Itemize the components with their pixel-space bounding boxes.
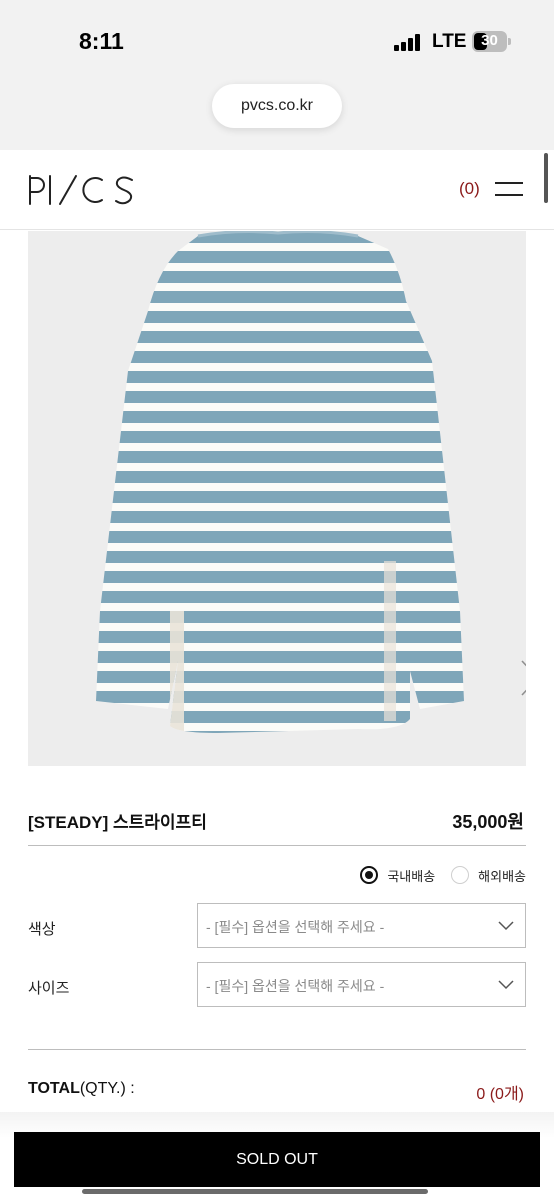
sold-out-button[interactable]: SOLD OUT <box>14 1132 540 1187</box>
divider <box>28 845 526 846</box>
scrollbar <box>544 153 548 203</box>
product-title: [STEADY] 스트라이프티 <box>28 813 207 832</box>
total-value: 0 (0개) <box>476 1086 524 1103</box>
radio-domestic-shipping[interactable] <box>360 866 379 884</box>
chevron-down-icon <box>498 921 514 931</box>
signal-icon <box>394 33 422 51</box>
status-time: 8:11 <box>79 28 124 54</box>
size-select[interactable]: - [필수] 옵션을 선택해 주세요 - <box>197 962 526 1007</box>
divider <box>28 1049 526 1050</box>
battery-level: 30 <box>481 32 498 49</box>
total-label: TOTAL(QTY.) : <box>28 1080 135 1098</box>
shipping-options: 국내배송 해외배송 <box>360 864 526 886</box>
browser-chrome: 8:11 LTE 30 pvcs.co.kr <box>0 0 554 150</box>
color-select[interactable]: - [필수] 옵션을 선택해 주세요 - <box>197 903 526 948</box>
total-label-bold: TOTAL <box>28 1080 80 1097</box>
size-select-placeholder: - [필수] 옵션을 선택해 주세요 - <box>206 978 385 994</box>
striped-shirt-image <box>28 231 526 766</box>
chevron-right-icon[interactable] <box>518 659 526 697</box>
site-header: (0) <box>0 150 554 230</box>
product-image[interactable] <box>28 231 526 766</box>
home-indicator <box>82 1189 428 1194</box>
url-bar[interactable]: pvcs.co.kr <box>212 84 342 128</box>
site-logo[interactable] <box>28 174 136 206</box>
color-select-placeholder: - [필수] 옵션을 선택해 주세요 - <box>206 919 385 935</box>
menu-icon[interactable] <box>495 179 523 199</box>
color-option-label: 색상 <box>28 921 56 938</box>
chevron-down-icon <box>498 980 514 990</box>
network-type: LTE <box>432 31 467 52</box>
overseas-shipping-label[interactable]: 해외배송 <box>478 866 526 885</box>
total-label-qty: (QTY.) : <box>79 1080 135 1097</box>
cart-count[interactable]: (0) <box>459 179 480 199</box>
product-price: 35,000원 <box>452 812 524 832</box>
domestic-shipping-label[interactable]: 국내배송 <box>387 866 435 885</box>
battery-icon: 30 <box>472 31 507 52</box>
radio-overseas-shipping[interactable] <box>451 866 470 884</box>
size-option-label: 사이즈 <box>28 980 70 997</box>
